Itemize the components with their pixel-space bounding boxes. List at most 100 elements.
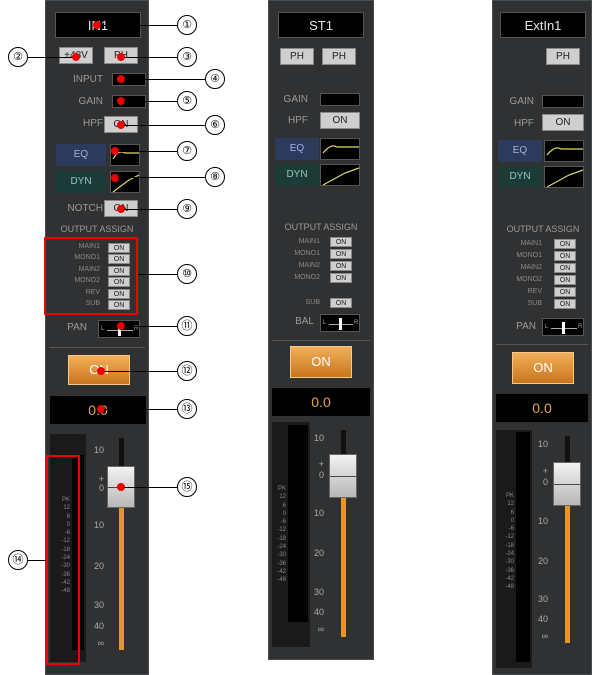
phase-button-right[interactable]: PH (322, 48, 356, 65)
meter-bar (288, 425, 308, 622)
gain-label: GAIN (78, 96, 103, 107)
dyn-button[interactable]: DYN (275, 164, 319, 186)
assign-label: MAIN2 (520, 264, 542, 271)
callout-line (118, 151, 177, 152)
callout-1: ① (177, 15, 197, 35)
callout-4: ④ (205, 69, 225, 89)
pan-label: PAN (67, 322, 87, 333)
marker-dot (72, 53, 80, 61)
fader-scale-0: 0 (98, 483, 104, 493)
sub-toggle[interactable]: ON (330, 298, 352, 308)
callout-7: ⑦ (177, 141, 197, 161)
meter-scale: PK 12 6 0 -6 -12 -18 -24 -30 -36 -42 -48 (505, 493, 514, 591)
callout-line (124, 101, 177, 102)
sub-label: SUB (305, 299, 320, 306)
pan-left-label: L (323, 320, 327, 326)
assign-toggle[interactable]: ON (330, 237, 352, 247)
callout-line (28, 57, 76, 58)
pan-right-label: R (354, 320, 359, 326)
assign-label: MAIN2 (298, 262, 320, 269)
assign-label: MONO1 (294, 250, 320, 257)
eq-button[interactable]: EQ (56, 144, 106, 166)
level-meter-highlight (46, 455, 80, 665)
callout-line (124, 79, 205, 80)
eq-button[interactable]: EQ (275, 138, 319, 160)
assign-toggle[interactable]: ON (554, 239, 576, 249)
dyn-curve-icon[interactable] (320, 164, 360, 186)
assign-label: SUB (527, 300, 542, 307)
gain-label: GAIN (509, 96, 534, 107)
callout-13: ⑬ (177, 399, 197, 419)
pan-slider[interactable]: L R (542, 318, 584, 336)
gain-control[interactable] (320, 93, 360, 106)
callout-6: ⑥ (205, 115, 225, 135)
callout-line (124, 57, 177, 58)
assign-toggle[interactable]: ON (554, 263, 576, 273)
channel-on-button[interactable]: ON (290, 346, 352, 378)
dyn-button[interactable]: DYN (498, 166, 542, 188)
callout-14: ⑭ (8, 550, 28, 570)
fader-scale-0: 0 (318, 470, 324, 480)
assign-toggle[interactable]: ON (330, 273, 352, 283)
hpf-button[interactable]: ON (320, 112, 360, 129)
callout-line (138, 274, 177, 275)
channel-on-button[interactable]: ON (512, 352, 574, 384)
phase-button-left[interactable]: PH (280, 48, 314, 65)
hpf-label: HPF (288, 115, 308, 126)
hpf-label: HPF (83, 118, 103, 129)
dyn-curve-icon[interactable] (544, 166, 584, 188)
callout-5: ⑤ (177, 91, 197, 111)
pan-knob[interactable] (562, 322, 565, 334)
gain-control[interactable] (542, 95, 584, 108)
callout-line (124, 125, 205, 126)
assign-toggle[interactable]: ON (330, 249, 352, 259)
callout-line (118, 177, 205, 178)
hpf-label: HPF (514, 118, 534, 129)
divider (272, 340, 370, 341)
fader-scale-10: 10 (93, 520, 104, 530)
assign-toggle[interactable]: ON (554, 299, 576, 309)
pan-right-label: R (578, 324, 583, 330)
channel-name[interactable]: ExtIn1 (500, 12, 586, 38)
assign-toggle[interactable]: ON (554, 287, 576, 297)
assign-toggle[interactable]: ON (554, 251, 576, 261)
callout-11: ⑪ (177, 316, 197, 336)
callout-line (124, 209, 177, 210)
callout-2: ② (8, 47, 28, 67)
fader-scale-10-top: 10 (313, 433, 324, 443)
meter-bar (516, 432, 530, 662)
callout-line (104, 371, 177, 372)
eq-curve-icon[interactable] (320, 138, 360, 160)
fader-knob[interactable] (553, 462, 581, 506)
fader-scale-inf: ∞ (317, 624, 324, 634)
pan-knob[interactable] (339, 318, 342, 330)
assign-toggle[interactable]: ON (554, 275, 576, 285)
assign-toggle[interactable]: ON (330, 261, 352, 271)
output-assign-label: OUTPUT ASSIGN (284, 222, 358, 232)
callout-line (100, 25, 177, 26)
fader-scale-30: 30 (313, 587, 324, 597)
divider (496, 344, 588, 345)
eq-curve-icon[interactable] (544, 140, 584, 162)
phase-button[interactable]: PH (546, 48, 580, 65)
divider (49, 347, 145, 348)
eq-button[interactable]: EQ (498, 140, 542, 162)
assign-label: MAIN1 (520, 240, 542, 247)
assign-label: MAIN1 (298, 238, 320, 245)
fader-scale-10: 10 (537, 516, 548, 526)
assign-label: MONO1 (516, 252, 542, 259)
fader-scale-10: 10 (313, 508, 324, 518)
fader-scale-10-top: 10 (537, 439, 548, 449)
balance-slider[interactable]: L R (320, 314, 360, 332)
fader-scale-40: 40 (537, 614, 548, 624)
fader-knob[interactable] (329, 454, 357, 498)
callout-15: ⑮ (177, 477, 197, 497)
hpf-button[interactable]: ON (542, 114, 584, 131)
dyn-button[interactable]: DYN (56, 171, 106, 193)
pan-left-label: L (101, 326, 105, 332)
callout-line (124, 487, 177, 488)
channel-name[interactable]: ST1 (278, 12, 364, 38)
fader-scale-20: 20 (93, 561, 104, 571)
gain-label: GAIN (283, 94, 308, 105)
fader-scale-30: 30 (537, 594, 548, 604)
